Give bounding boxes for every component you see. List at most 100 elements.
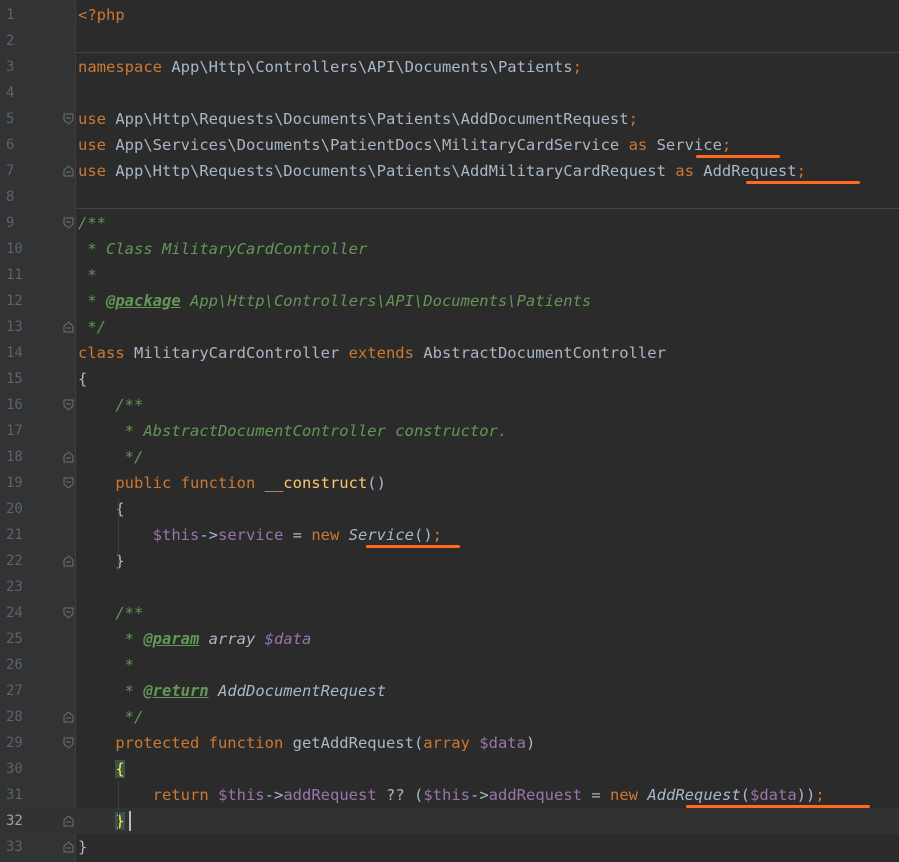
line-text[interactable]: * @param array $data	[78, 626, 312, 652]
code-line[interactable]: 10 * Class MilitaryCardController	[0, 236, 899, 262]
line-number[interactable]: 21	[6, 522, 30, 548]
code-line[interactable]: 4	[0, 80, 899, 106]
fold-open-icon[interactable]	[63, 399, 74, 411]
code-line[interactable]: 14 class MilitaryCardController extends A…	[0, 340, 899, 366]
line-text[interactable]: * @package App\Http\Controllers\API\Docu…	[78, 288, 591, 314]
line-number[interactable]: 17	[6, 418, 30, 444]
line-number[interactable]: 11	[6, 262, 30, 288]
code-line[interactable]: 27 * @return AddDocumentRequest	[0, 678, 899, 704]
fold-close-icon[interactable]	[63, 321, 74, 333]
code-line[interactable]: 5 use App\Http\Requests\Documents\Patient…	[0, 106, 899, 132]
line-text[interactable]: * Class MilitaryCardController	[78, 236, 367, 262]
line-number[interactable]: 19	[6, 470, 30, 496]
code-line[interactable]: 25 * @param array $data	[0, 626, 899, 652]
line-number[interactable]: 2	[6, 28, 30, 54]
line-text[interactable]: {	[78, 366, 87, 392]
line-text[interactable]: /**	[78, 392, 143, 418]
line-number[interactable]: 15	[6, 366, 30, 392]
code-editor[interactable]: 1 <?php 2 3 namespace App\Http\Controllers\A…	[0, 0, 899, 862]
code-line[interactable]: 30 {	[0, 756, 899, 782]
line-text[interactable]: *	[78, 652, 134, 678]
line-number[interactable]: 26	[6, 652, 30, 678]
line-text[interactable]: /**	[78, 210, 106, 236]
line-text[interactable]: /**	[78, 600, 143, 626]
line-number[interactable]: 6	[6, 132, 30, 158]
line-text[interactable]: * AbstractDocumentController constructor…	[78, 418, 508, 444]
line-number[interactable]: 5	[6, 106, 30, 132]
line-number[interactable]: 13	[6, 314, 30, 340]
line-number[interactable]: 14	[6, 340, 30, 366]
code-line[interactable]: 13 */	[0, 314, 899, 340]
code-line[interactable]: 8	[0, 184, 899, 210]
line-number[interactable]: 33	[6, 834, 30, 860]
line-text[interactable]: use App\Http\Requests\Documents\Patients…	[78, 106, 638, 132]
code-line[interactable]: 12 * @package App\Http\Controllers\API\D…	[0, 288, 899, 314]
code-area[interactable]: 1 <?php 2 3 namespace App\Http\Controllers\A…	[0, 0, 899, 862]
line-text[interactable]: public function __construct()	[78, 470, 386, 496]
code-line[interactable]: 28 */	[0, 704, 899, 730]
line-text[interactable]: class MilitaryCardController extends Abs…	[78, 340, 666, 366]
line-number[interactable]: 23	[6, 574, 30, 600]
line-text[interactable]: use App\Http\Requests\Documents\Patients…	[78, 158, 806, 184]
fold-open-icon[interactable]	[63, 607, 74, 619]
line-text[interactable]: */	[78, 314, 106, 340]
line-number[interactable]: 16	[6, 392, 30, 418]
code-line[interactable]: 26 *	[0, 652, 899, 678]
line-text[interactable]: *	[78, 262, 96, 288]
line-number[interactable]: 25	[6, 626, 30, 652]
line-number[interactable]: 28	[6, 704, 30, 730]
code-line[interactable]: 16 /**	[0, 392, 899, 418]
line-text[interactable]: protected function getAddRequest(array $…	[78, 730, 535, 756]
code-line[interactable]: 20 {	[0, 496, 899, 522]
code-line[interactable]: 24 /**	[0, 600, 899, 626]
code-line[interactable]: 23	[0, 574, 899, 600]
code-line[interactable]: 9 /**	[0, 210, 899, 236]
code-line[interactable]: 22 }	[0, 548, 899, 574]
fold-close-icon[interactable]	[63, 815, 74, 827]
line-text[interactable]: namespace App\Http\Controllers\API\Docum…	[78, 54, 582, 80]
line-number[interactable]: 8	[6, 184, 30, 210]
line-number[interactable]: 32	[6, 808, 30, 834]
line-text[interactable]: <?php	[78, 2, 125, 28]
code-line[interactable]: 2	[0, 28, 899, 54]
code-line[interactable]: 11 *	[0, 262, 899, 288]
line-text[interactable]: {	[78, 756, 125, 782]
line-number[interactable]: 31	[6, 782, 30, 808]
code-line[interactable]: 15 {	[0, 366, 899, 392]
code-line[interactable]: 3 namespace App\Http\Controllers\API\Docu…	[0, 54, 899, 80]
line-text[interactable]: }	[78, 834, 87, 860]
line-number[interactable]: 27	[6, 678, 30, 704]
fold-close-icon[interactable]	[63, 451, 74, 463]
line-number[interactable]: 9	[6, 210, 30, 236]
line-number[interactable]: 7	[6, 158, 30, 184]
fold-open-icon[interactable]	[63, 113, 74, 125]
code-line[interactable]: 32 }	[0, 808, 899, 834]
line-number[interactable]: 29	[6, 730, 30, 756]
code-line[interactable]: 1 <?php	[0, 2, 899, 28]
fold-open-icon[interactable]	[63, 737, 74, 749]
code-line[interactable]: 33}	[0, 834, 899, 860]
code-line[interactable]: 29 protected function getAddRequest(arra…	[0, 730, 899, 756]
code-line[interactable]: 17 * AbstractDocumentController construc…	[0, 418, 899, 444]
line-number[interactable]: 1	[6, 2, 30, 28]
line-number[interactable]: 30	[6, 756, 30, 782]
code-line[interactable]: 19 public function __construct()	[0, 470, 899, 496]
fold-close-icon[interactable]	[63, 841, 74, 853]
line-text[interactable]: * @return AddDocumentRequest	[78, 678, 386, 704]
line-text[interactable]: */	[78, 444, 144, 470]
line-number[interactable]: 12	[6, 288, 30, 314]
line-number[interactable]: 4	[6, 80, 30, 106]
fold-close-icon[interactable]	[63, 711, 74, 723]
fold-open-icon[interactable]	[63, 477, 74, 489]
fold-close-icon[interactable]	[63, 165, 74, 177]
code-line[interactable]: 18 */	[0, 444, 899, 470]
fold-open-icon[interactable]	[63, 217, 74, 229]
line-number[interactable]: 22	[6, 548, 30, 574]
fold-close-icon[interactable]	[63, 555, 74, 567]
line-text[interactable]: use App\Services\Documents\PatientDocs\M…	[78, 132, 731, 158]
line-text[interactable]: */	[78, 704, 144, 730]
line-number[interactable]: 20	[6, 496, 30, 522]
line-number[interactable]: 10	[6, 236, 30, 262]
line-number[interactable]: 18	[6, 444, 30, 470]
line-number[interactable]: 3	[6, 54, 30, 80]
